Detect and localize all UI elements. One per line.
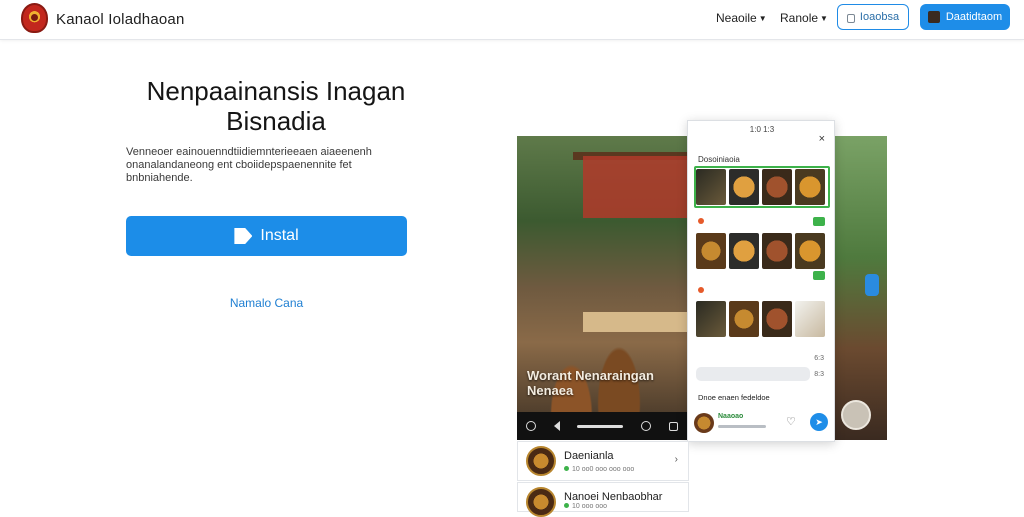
phone-navigation-bar	[517, 412, 687, 440]
home-indicator[interactable]	[577, 424, 624, 428]
install-button[interactable]: Instal	[126, 216, 407, 256]
app-detail-sheet: 1:0 1:3 × Dosoiniaoia 6:3 8:3 Dnoe enaen…	[687, 120, 835, 442]
list-item-subtitle: 10 oo0 ooo ooo ooo	[564, 466, 634, 473]
sheet-caption: Dnoe enaen fedeldoe	[698, 393, 770, 402]
nav-menu-1[interactable]: Neaoile ▼	[716, 11, 767, 25]
nav-menu-2[interactable]: Ranole ▼	[780, 11, 828, 25]
food-tile[interactable]	[729, 301, 759, 337]
chevron-down-icon: ▼	[820, 14, 828, 24]
secondary-link[interactable]: Namalo Cana	[126, 296, 407, 310]
chevron-right-icon[interactable]: ›	[675, 454, 678, 465]
list-item-subtitle-text: 10 ooo ooo	[572, 503, 608, 510]
avatar	[526, 446, 556, 476]
status-dot	[698, 218, 704, 225]
action-fab[interactable]	[841, 400, 871, 430]
add-chip[interactable]	[813, 217, 825, 226]
install-button-label: Instal	[260, 227, 299, 244]
brand-logo-icon[interactable]	[21, 3, 48, 33]
circle-icon[interactable]	[525, 421, 536, 431]
food-tile[interactable]	[762, 169, 792, 205]
account-button-label: Daatidtaom	[945, 11, 1003, 23]
hero-description: Venneoer eainouenndtiidiemnterieeaen aia…	[126, 146, 426, 185]
phone-screenshot-left: Worant Nenaraingan Nenaea	[517, 136, 687, 440]
food-tile[interactable]	[762, 233, 792, 269]
list-item-subtitle-text: 10 oo0 ooo ooo ooo	[572, 466, 635, 473]
list-item-subtitle: 10 ooo ooo	[564, 503, 607, 510]
stall-table	[583, 312, 687, 332]
list-item[interactable]: Nanoei Nenbaobhar 10 ooo ooo	[517, 482, 689, 517]
sheet-user-name: Naaoao	[718, 413, 744, 420]
status-dot	[698, 287, 704, 294]
nav-menu-1-label: Neaoile	[716, 11, 757, 25]
phone-screenshot-right	[835, 136, 887, 440]
food-tiles-row-3	[696, 301, 825, 337]
phone-caption: Worant Nenaraingan Nenaea	[527, 368, 677, 398]
top-navigation-bar: Kanaol Ioladhaoan Neaoile ▼ Ranole ▼ Ioaob…	[0, 0, 1024, 40]
account-button[interactable]: Daatidtaom	[920, 4, 1010, 30]
list-item-title: Daenianla	[564, 450, 614, 462]
food-tile[interactable]	[696, 233, 726, 269]
hero-title-line-1: Nenpaainansis Inagan	[146, 76, 406, 106]
status-dot	[564, 466, 569, 471]
hero-title-line-2: Bisnadia	[226, 106, 326, 136]
food-tile[interactable]	[795, 233, 825, 269]
food-tile[interactable]	[696, 301, 726, 337]
share-icon[interactable]	[865, 274, 879, 296]
stall-sign	[583, 156, 687, 218]
food-tile[interactable]	[762, 301, 792, 337]
hero-description-line-1: Venneoer eainouenndtiidiemnterieeaen aia…	[126, 146, 372, 158]
food-tile[interactable]	[696, 169, 726, 205]
hero-title: Nenpaainansis Inagan Bisnadia	[126, 76, 426, 136]
food-tiles-row-2	[696, 233, 825, 269]
sheet-heading: Dosoiniaoia	[698, 155, 740, 164]
list-item[interactable]: Daenianla 10 oo0 ooo ooo ooo ›	[517, 441, 689, 481]
featured-tiles	[696, 169, 825, 205]
square-icon[interactable]	[669, 421, 679, 431]
row-meta-right-2: 8:3	[814, 371, 824, 378]
avatar[interactable]	[694, 413, 714, 433]
status-dot	[564, 503, 569, 508]
hero-description-line-3: bnbniahende.	[126, 172, 193, 184]
sheet-status-bar: 1:0 1:3	[749, 125, 775, 134]
nav-menu-2-label: Ranole	[780, 11, 819, 25]
close-icon[interactable]: ×	[819, 133, 825, 145]
brand-name[interactable]: Kanaol Ioladhaoan	[56, 11, 185, 28]
row-meta-1	[698, 218, 707, 225]
back-icon[interactable]	[553, 421, 560, 431]
progress-line	[718, 425, 766, 428]
avatar	[526, 487, 556, 517]
add-chip[interactable]	[813, 271, 825, 280]
login-button-label: Ioaobsa	[859, 11, 900, 23]
login-button[interactable]: Ioaobsa	[837, 4, 909, 30]
phone-caption-line-1: Worant Nenaraingan	[527, 368, 654, 383]
food-tile[interactable]	[729, 233, 759, 269]
hero-description-line-2: onanalandaneong ent cboiidepspaenennite …	[126, 159, 352, 171]
row-meta-right: 6:3	[814, 355, 824, 362]
search-input[interactable]	[696, 367, 810, 381]
sheet-bottom-bar: Naaoao ♡ ➤	[694, 413, 830, 437]
heart-icon[interactable]: ♡	[786, 415, 796, 428]
phone-caption-line-2: Nenaea	[527, 383, 574, 398]
lock-icon	[846, 13, 855, 23]
food-tile[interactable]	[729, 169, 759, 205]
chat-icon[interactable]	[641, 421, 652, 431]
send-icon[interactable]: ➤	[810, 413, 828, 431]
food-tile[interactable]	[795, 301, 825, 337]
play-store-icon	[234, 228, 253, 244]
avatar	[927, 11, 940, 23]
row-meta-2	[698, 287, 707, 294]
food-tile[interactable]	[795, 169, 825, 205]
list-item-title: Nanoei Nenbaobhar	[564, 491, 663, 503]
chevron-down-icon: ▼	[758, 14, 767, 24]
